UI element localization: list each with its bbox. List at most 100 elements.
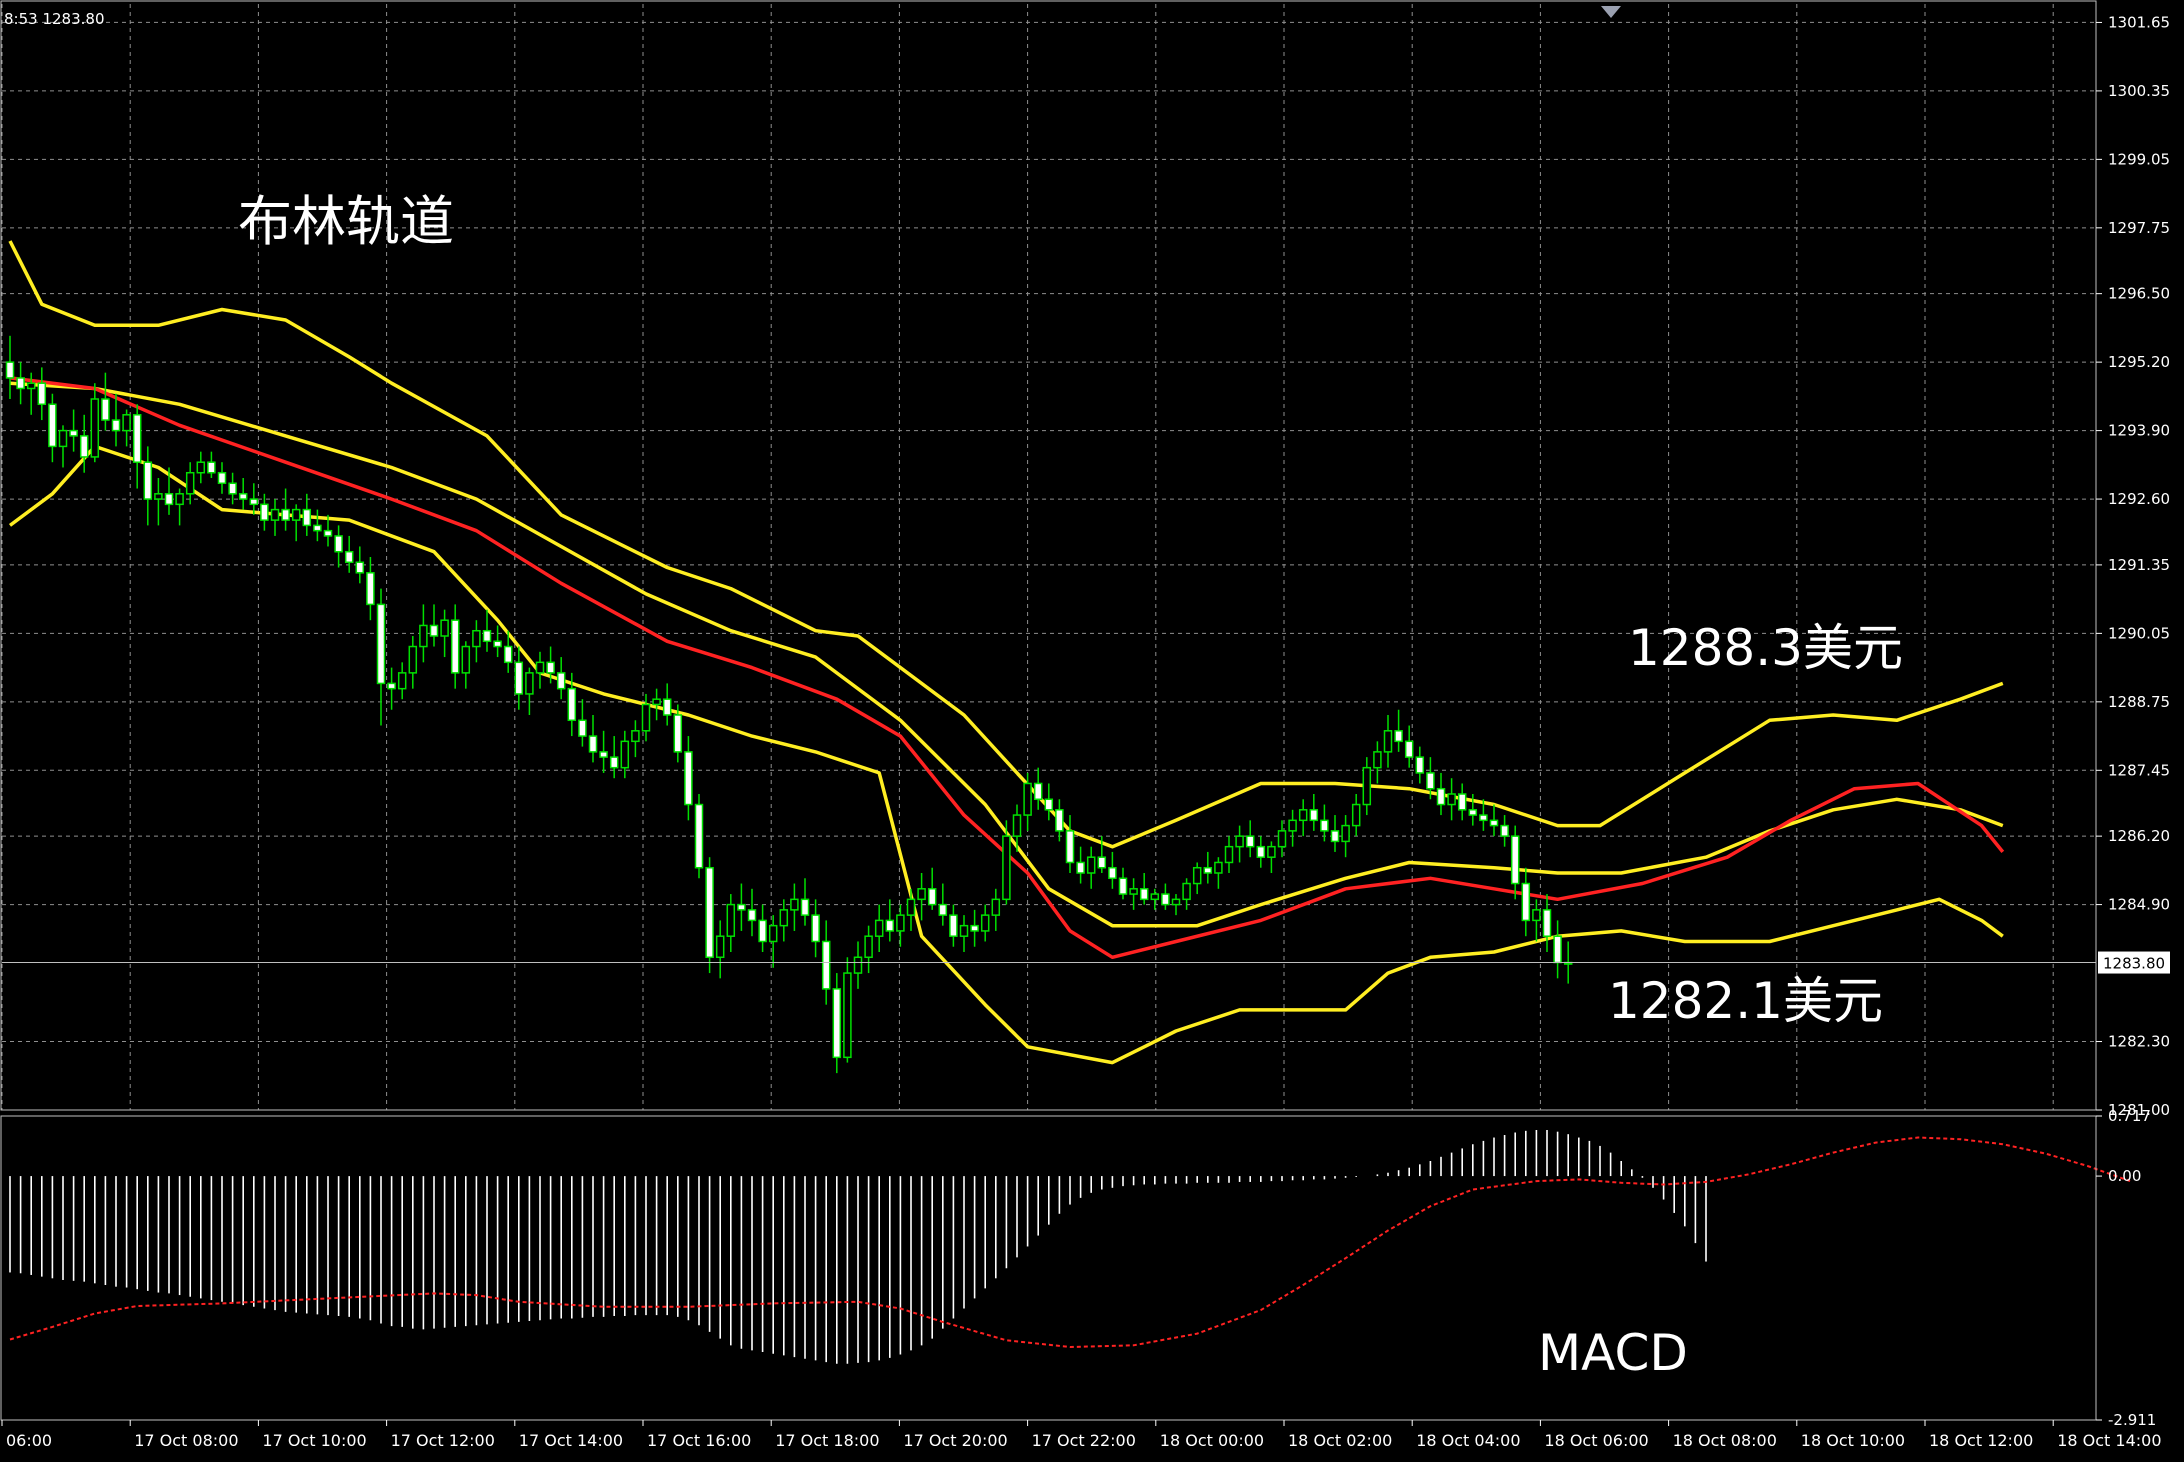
candle-body	[1267, 845, 1276, 858]
x-tick-label: 18 Oct 02:00	[1288, 1431, 1392, 1450]
x-tick-label: 18 Oct 00:00	[1160, 1431, 1264, 1450]
candle-body	[620, 740, 630, 769]
candle-body	[1510, 835, 1520, 885]
candle-body	[1309, 809, 1319, 822]
candle-body	[408, 645, 418, 674]
candle-body	[694, 803, 704, 869]
candle-body	[535, 661, 545, 674]
y-tick-label: 1287.45	[2108, 761, 2170, 779]
x-tick-label: 18 Oct 14:00	[2057, 1431, 2161, 1450]
macd-y-tick-label: 0.00	[2108, 1167, 2141, 1185]
candle-body	[641, 703, 651, 732]
candle-body	[196, 461, 206, 474]
candle-body	[1383, 730, 1393, 753]
chart-root: 1301.65 1300.35 1299.05 1297.75 1296.50 1295.…	[0, 0, 2184, 1462]
candle-body	[864, 935, 873, 959]
macd-title: MACD	[1538, 1324, 1688, 1382]
y-tick-label: 1286.20	[2108, 827, 2170, 845]
candle-body	[1362, 766, 1372, 806]
candle-body	[1457, 793, 1467, 811]
candle-body	[790, 898, 799, 911]
candle-body	[366, 572, 375, 606]
candle-body	[737, 903, 746, 911]
candle-body	[1489, 819, 1499, 827]
candle[interactable]	[705, 857, 714, 974]
candle-body	[874, 919, 884, 937]
x-tick-label: 17 Oct 20:00	[903, 1431, 1007, 1450]
candle-body	[758, 919, 767, 943]
candle-body	[397, 672, 407, 690]
candle-body	[673, 714, 683, 753]
candle-body	[291, 508, 301, 521]
candle-body	[429, 624, 439, 637]
x-tick-label: 17 Oct 18:00	[775, 1431, 879, 1450]
candle-body	[556, 672, 566, 690]
candle-body	[1002, 835, 1011, 901]
macd-y-tick-label: -2.911	[2108, 1411, 2156, 1429]
candle-body	[281, 508, 290, 521]
candle-body	[1532, 909, 1541, 922]
candle-body	[599, 751, 608, 758]
candle-body	[323, 529, 333, 537]
y-tick-label: 1301.65	[2108, 13, 2170, 31]
x-tick-label: 06:00	[6, 1431, 52, 1450]
y-tick-label: 1290.05	[2108, 624, 2170, 642]
candle-body	[440, 619, 449, 637]
candle-body	[1542, 909, 1552, 937]
y-tick-label: 1291.35	[2108, 556, 2170, 574]
candle-body	[217, 471, 227, 485]
candle-body	[1118, 877, 1128, 895]
candle-body	[1415, 756, 1425, 774]
x-tick-label: 17 Oct 08:00	[134, 1431, 238, 1450]
candle-body	[207, 461, 216, 474]
x-tick-label: 18 Oct 10:00	[1801, 1431, 1905, 1450]
candle-body	[1108, 866, 1117, 880]
candle-body	[228, 482, 237, 495]
candle-body	[927, 888, 937, 906]
candle-body	[1394, 730, 1403, 743]
candle-body	[1033, 782, 1043, 801]
candle-body	[1479, 814, 1488, 822]
candle-body	[69, 429, 78, 437]
candle-body	[313, 524, 322, 532]
candle-body	[143, 461, 153, 500]
candle[interactable]	[694, 794, 704, 879]
candle-body	[26, 382, 36, 390]
candle-body	[1129, 888, 1138, 895]
annotation-upper-price: 1288.3美元	[1628, 619, 1903, 677]
candle-body	[1351, 803, 1361, 827]
candle-body	[906, 898, 916, 916]
candle-body	[1436, 787, 1446, 806]
candle-body	[58, 429, 68, 448]
candle-body	[853, 956, 863, 974]
candle-body	[334, 535, 343, 553]
x-tick-label: 18 Oct 08:00	[1673, 1431, 1777, 1450]
candle-body	[1203, 866, 1213, 874]
candle-body	[1012, 814, 1022, 837]
candle-body	[164, 493, 174, 506]
annotation-lower-price: 1282.1美元	[1608, 972, 1883, 1030]
candle-body	[387, 682, 396, 690]
candle-body	[1235, 835, 1244, 848]
candle-body	[1055, 809, 1064, 832]
y-tick-label: 1288.75	[2108, 693, 2170, 711]
x-tick-label: 18 Oct 04:00	[1416, 1431, 1520, 1450]
y-tick-label: 1300.35	[2108, 82, 2170, 100]
candle-body	[472, 629, 481, 648]
candle-body	[1182, 882, 1191, 901]
candle-body	[122, 414, 131, 432]
candle-body	[154, 493, 163, 500]
candle-body	[1553, 935, 1562, 964]
candle-body	[1161, 893, 1170, 906]
y-tick-label: 1296.50	[2108, 285, 2170, 303]
candle-body	[1426, 772, 1435, 790]
candle-body	[101, 398, 110, 421]
candle[interactable]	[843, 957, 852, 1063]
candle-body	[1245, 835, 1255, 848]
candle-body	[843, 972, 852, 1059]
current-price-label: 1283.80	[2103, 955, 2165, 973]
candle-body	[260, 503, 269, 521]
candle-body	[419, 624, 428, 648]
candle-body	[1065, 830, 1075, 864]
candle-body	[302, 508, 312, 527]
